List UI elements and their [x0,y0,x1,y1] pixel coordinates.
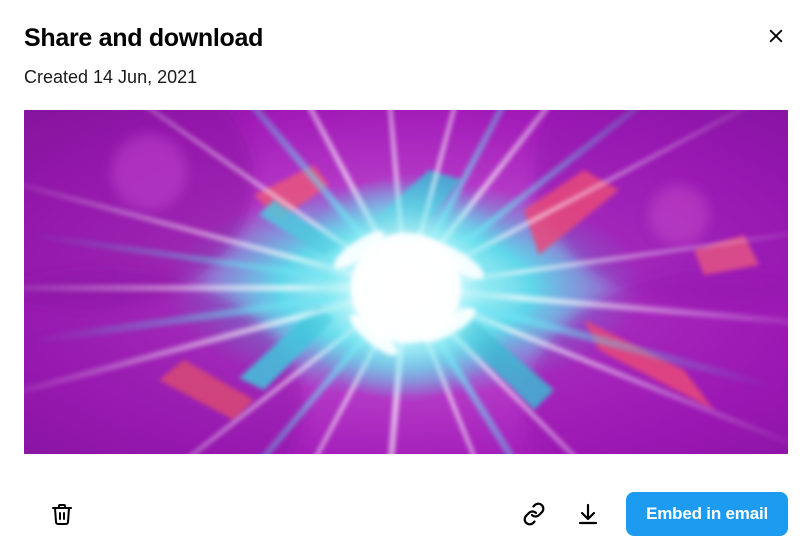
embed-email-button[interactable]: Embed in email [626,492,788,536]
download-icon [576,502,600,526]
created-date: Created 14 Jun, 2021 [24,67,788,88]
modal-header: Share and download [24,24,788,53]
media-preview [24,110,788,454]
close-icon [766,26,786,46]
close-button[interactable] [764,24,788,48]
download-button[interactable] [572,498,604,530]
preview-image [24,110,788,454]
modal-title: Share and download [24,24,263,53]
trash-icon [50,502,74,526]
share-download-modal: Share and download Created 14 Jun, 2021 [0,0,812,554]
link-icon [522,502,546,526]
copy-link-button[interactable] [518,498,550,530]
toolbar-right-group: Embed in email [518,492,788,536]
action-toolbar: Embed in email [0,476,812,554]
delete-button[interactable] [46,498,78,530]
